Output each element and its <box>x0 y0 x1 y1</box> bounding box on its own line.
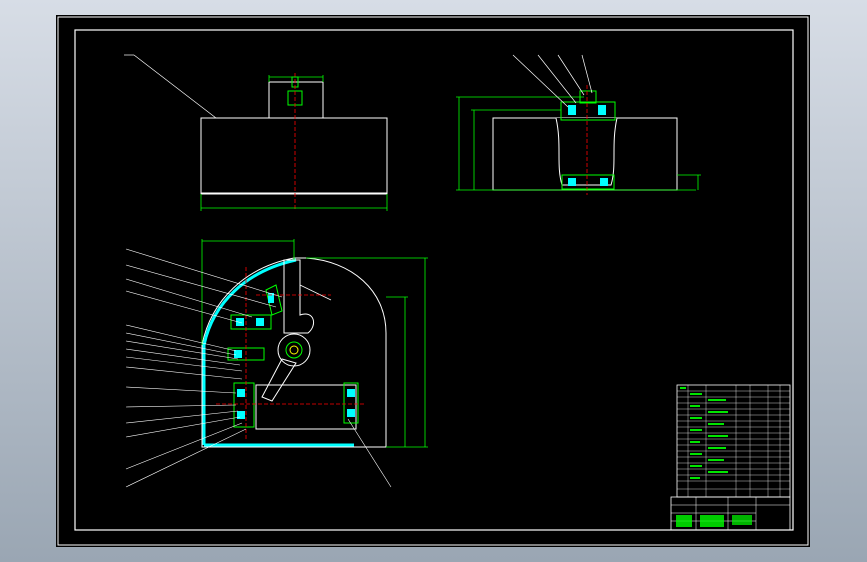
gear-hatch <box>234 350 242 358</box>
title-block <box>670 496 791 531</box>
crank-pin <box>289 345 299 355</box>
leader-line <box>125 404 237 408</box>
side-view-bearing-hatch <box>600 178 608 186</box>
cad-drawing-sheet <box>56 15 810 547</box>
leader-line <box>125 416 241 438</box>
leader-line <box>125 348 241 366</box>
crank-hub <box>285 341 303 359</box>
support-edge <box>299 284 332 301</box>
title-block-green-cell <box>676 515 692 527</box>
leader-line <box>125 410 239 424</box>
crank-disc <box>277 333 311 367</box>
parts-list-table <box>676 384 791 498</box>
title-block-green-cell <box>700 515 724 527</box>
gear-hatch <box>256 318 264 326</box>
leader-line <box>125 386 237 394</box>
leader-line <box>125 290 243 324</box>
bearing-hatch <box>237 411 245 419</box>
side-view-top-hatch <box>568 105 576 115</box>
leader-line <box>125 278 253 318</box>
leader-line <box>133 54 217 119</box>
page <box>0 0 867 562</box>
gear-hatch <box>236 318 244 326</box>
leader-line <box>125 332 237 356</box>
leader-line <box>537 54 577 104</box>
leader-line <box>557 54 585 96</box>
section-view <box>125 239 428 488</box>
side-view-bearing-hatch <box>568 178 576 186</box>
drawing-canvas <box>57 16 809 546</box>
bearing-hatch <box>237 389 245 397</box>
leader-line <box>125 428 247 488</box>
leader-line <box>347 418 392 488</box>
front-view-body <box>200 117 388 195</box>
housing-shell <box>202 258 297 445</box>
drum <box>255 384 357 430</box>
bearing-hatch <box>347 409 355 417</box>
leader-line <box>512 54 569 108</box>
side-view-top-hatch <box>598 105 606 115</box>
title-block-green-cell <box>732 515 752 525</box>
bearing-hatch <box>347 389 355 397</box>
leader-line <box>125 340 239 360</box>
support-plate <box>283 259 315 334</box>
front-view <box>124 54 388 211</box>
leader-line <box>125 324 237 352</box>
side-view <box>456 54 701 195</box>
inner-frame <box>74 29 794 531</box>
